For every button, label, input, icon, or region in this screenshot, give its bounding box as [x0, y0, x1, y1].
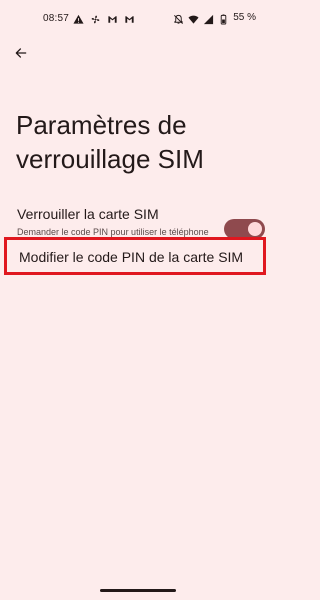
back-button[interactable] [10, 44, 32, 66]
status-time: 08:57 [43, 13, 70, 24]
change-pin-setting[interactable]: Modifier le code PIN de la carte SIM [4, 237, 266, 275]
lock-sim-toggle[interactable] [224, 219, 265, 239]
lock-sim-title: Verrouiller la carte SIM [17, 206, 159, 222]
warning-icon [73, 12, 84, 24]
toggle-thumb [248, 222, 262, 236]
status-left-icons [73, 12, 135, 24]
gmail-icon [107, 12, 118, 23]
fan-icon [90, 12, 101, 24]
notifications-off-icon [173, 12, 184, 24]
page-title: Paramètres de verrouillage SIM [16, 110, 204, 174]
change-pin-label: Modifier le code PIN de la carte SIM [19, 249, 244, 265]
signal-icon [203, 12, 214, 25]
battery-icon [218, 12, 229, 25]
status-right-icons: 55 % [173, 12, 256, 25]
status-bar: 08:57 55 % [0, 0, 276, 34]
arrow-back-icon [14, 46, 28, 65]
gesture-navigation-handle[interactable] [100, 589, 176, 592]
wifi-icon [188, 12, 199, 24]
battery-percentage: 55 % [233, 12, 256, 23]
gmail-icon [124, 12, 135, 23]
